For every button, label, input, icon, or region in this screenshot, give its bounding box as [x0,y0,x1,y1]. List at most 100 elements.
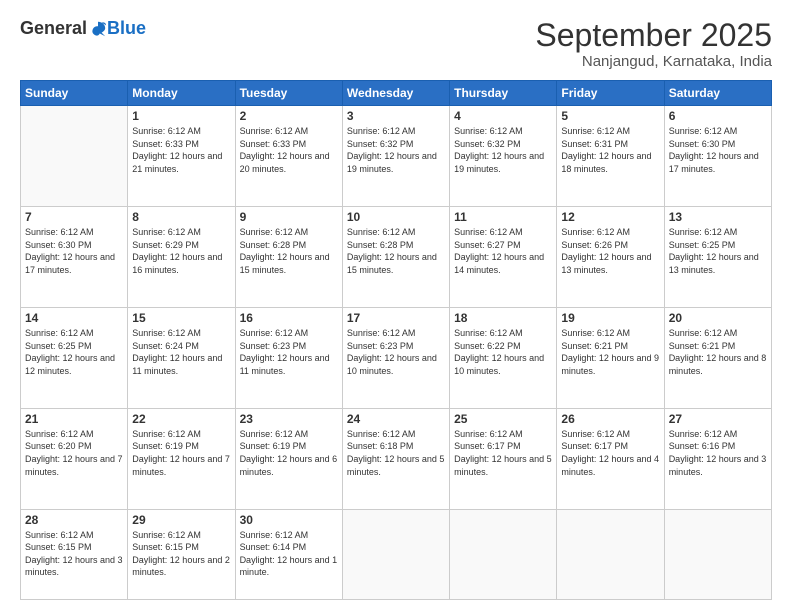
table-row: 8 Sunrise: 6:12 AMSunset: 6:29 PMDaylight… [128,207,235,308]
col-tuesday: Tuesday [235,81,342,106]
table-row: 13Sunrise: 6:12 AMSunset: 6:25 PMDayligh… [664,207,771,308]
table-row: 1 Sunrise: 6:12 AMSunset: 6:33 PMDaylight… [128,106,235,207]
table-row: 28Sunrise: 6:12 AMSunset: 6:15 PMDayligh… [21,509,128,599]
day-info: Sunrise: 6:12 AMSunset: 6:30 PMDaylight:… [25,227,115,275]
col-thursday: Thursday [450,81,557,106]
day-number: 20 [669,311,767,325]
col-monday: Monday [128,81,235,106]
day-number: 9 [240,210,338,224]
col-wednesday: Wednesday [342,81,449,106]
day-number: 25 [454,412,552,426]
table-row: 29 Sunrise: 6:12 AMSunset: 6:15 PMDayligh… [128,509,235,599]
day-info: Sunrise: 6:12 AMSunset: 6:16 PMDaylight:… [669,429,767,477]
day-number: 4 [454,109,552,123]
col-sunday: Sunday [21,81,128,106]
logo: General Blue [20,18,146,39]
table-row: 12 Sunrise: 6:12 AMSunset: 6:26 PMDayligh… [557,207,664,308]
col-saturday: Saturday [664,81,771,106]
day-number: 16 [240,311,338,325]
table-row: 2 Sunrise: 6:12 AMSunset: 6:33 PMDaylight… [235,106,342,207]
table-row: 19 Sunrise: 6:12 AMSunset: 6:21 PMDayligh… [557,307,664,408]
table-row: 15 Sunrise: 6:12 AMSunset: 6:24 PMDayligh… [128,307,235,408]
day-info: Sunrise: 6:12 AMSunset: 6:27 PMDaylight:… [454,227,544,275]
title-block: September 2025 Nanjangud, Karnataka, Ind… [535,18,772,70]
table-row: 4 Sunrise: 6:12 AMSunset: 6:32 PMDaylight… [450,106,557,207]
table-row [664,509,771,599]
day-info: Sunrise: 6:12 AMSunset: 6:23 PMDaylight:… [347,328,437,376]
day-info: Sunrise: 6:12 AMSunset: 6:26 PMDaylight:… [561,227,651,275]
day-info: Sunrise: 6:12 AMSunset: 6:17 PMDaylight:… [561,429,659,477]
table-row: 11Sunrise: 6:12 AMSunset: 6:27 PMDayligh… [450,207,557,308]
table-row: 23 Sunrise: 6:12 AMSunset: 6:19 PMDayligh… [235,408,342,509]
day-info: Sunrise: 6:12 AMSunset: 6:32 PMDaylight:… [347,126,437,174]
table-row: 21 Sunrise: 6:12 AMSunset: 6:20 PMDayligh… [21,408,128,509]
day-number: 27 [669,412,767,426]
day-info: Sunrise: 6:12 AMSunset: 6:32 PMDaylight:… [454,126,544,174]
day-number: 22 [132,412,230,426]
day-number: 17 [347,311,445,325]
day-info: Sunrise: 6:12 AMSunset: 6:23 PMDaylight:… [240,328,330,376]
calendar-header-row: Sunday Monday Tuesday Wednesday Thursday… [21,81,772,106]
table-row: 24Sunrise: 6:12 AMSunset: 6:18 PMDayligh… [342,408,449,509]
day-info: Sunrise: 6:12 AMSunset: 6:15 PMDaylight:… [132,530,230,578]
day-info: Sunrise: 6:12 AMSunset: 6:22 PMDaylight:… [454,328,544,376]
day-number: 2 [240,109,338,123]
table-row: 10Sunrise: 6:12 AMSunset: 6:28 PMDayligh… [342,207,449,308]
day-number: 14 [25,311,123,325]
table-row: 5 Sunrise: 6:12 AMSunset: 6:31 PMDaylight… [557,106,664,207]
table-row [450,509,557,599]
day-number: 5 [561,109,659,123]
table-row: 27 Sunrise: 6:12 AMSunset: 6:16 PMDayligh… [664,408,771,509]
logo-blue: Blue [107,18,146,39]
location: Nanjangud, Karnataka, India [535,53,772,70]
day-number: 29 [132,513,230,527]
table-row: 26 Sunrise: 6:12 AMSunset: 6:17 PMDayligh… [557,408,664,509]
col-friday: Friday [557,81,664,106]
day-number: 24 [347,412,445,426]
logo-general: General [20,18,87,39]
day-info: Sunrise: 6:12 AMSunset: 6:20 PMDaylight:… [25,429,123,477]
day-info: Sunrise: 6:12 AMSunset: 6:15 PMDaylight:… [25,530,123,578]
day-info: Sunrise: 6:12 AMSunset: 6:25 PMDaylight:… [25,328,115,376]
table-row: 9Sunrise: 6:12 AMSunset: 6:28 PMDaylight… [235,207,342,308]
day-number: 10 [347,210,445,224]
day-number: 21 [25,412,123,426]
table-row: 7 Sunrise: 6:12 AMSunset: 6:30 PMDaylight… [21,207,128,308]
day-info: Sunrise: 6:12 AMSunset: 6:25 PMDaylight:… [669,227,759,275]
day-info: Sunrise: 6:12 AMSunset: 6:21 PMDaylight:… [561,328,659,376]
day-info: Sunrise: 6:12 AMSunset: 6:33 PMDaylight:… [132,126,222,174]
day-number: 18 [454,311,552,325]
table-row: 18 Sunrise: 6:12 AMSunset: 6:22 PMDayligh… [450,307,557,408]
logo-bird-icon [89,20,107,38]
day-number: 15 [132,311,230,325]
table-row: 14 Sunrise: 6:12 AMSunset: 6:25 PMDayligh… [21,307,128,408]
day-info: Sunrise: 6:12 AMSunset: 6:24 PMDaylight:… [132,328,222,376]
day-number: 1 [132,109,230,123]
day-info: Sunrise: 6:12 AMSunset: 6:33 PMDaylight:… [240,126,330,174]
day-info: Sunrise: 6:12 AMSunset: 6:30 PMDaylight:… [669,126,759,174]
table-row: 22 Sunrise: 6:12 AMSunset: 6:19 PMDayligh… [128,408,235,509]
table-row: 20 Sunrise: 6:12 AMSunset: 6:21 PMDayligh… [664,307,771,408]
day-number: 8 [132,210,230,224]
table-row: 25 Sunrise: 6:12 AMSunset: 6:17 PMDayligh… [450,408,557,509]
day-number: 3 [347,109,445,123]
day-info: Sunrise: 6:12 AMSunset: 6:31 PMDaylight:… [561,126,651,174]
day-info: Sunrise: 6:12 AMSunset: 6:17 PMDaylight:… [454,429,552,477]
day-info: Sunrise: 6:12 AMSunset: 6:21 PMDaylight:… [669,328,767,376]
day-number: 12 [561,210,659,224]
day-number: 7 [25,210,123,224]
logo-text: General Blue [20,18,146,39]
page: General Blue September 2025 Nanjangud, K… [0,0,792,612]
day-number: 19 [561,311,659,325]
day-info: Sunrise: 6:12 AMSunset: 6:29 PMDaylight:… [132,227,222,275]
table-row [342,509,449,599]
table-row: 16 Sunrise: 6:12 AMSunset: 6:23 PMDayligh… [235,307,342,408]
month-title: September 2025 [535,18,772,53]
day-info: Sunrise: 6:12 AMSunset: 6:19 PMDaylight:… [132,429,230,477]
table-row [21,106,128,207]
day-number: 30 [240,513,338,527]
day-info: Sunrise: 6:12 AMSunset: 6:19 PMDaylight:… [240,429,338,477]
day-number: 26 [561,412,659,426]
day-number: 23 [240,412,338,426]
table-row: 3 Sunrise: 6:12 AMSunset: 6:32 PMDaylight… [342,106,449,207]
